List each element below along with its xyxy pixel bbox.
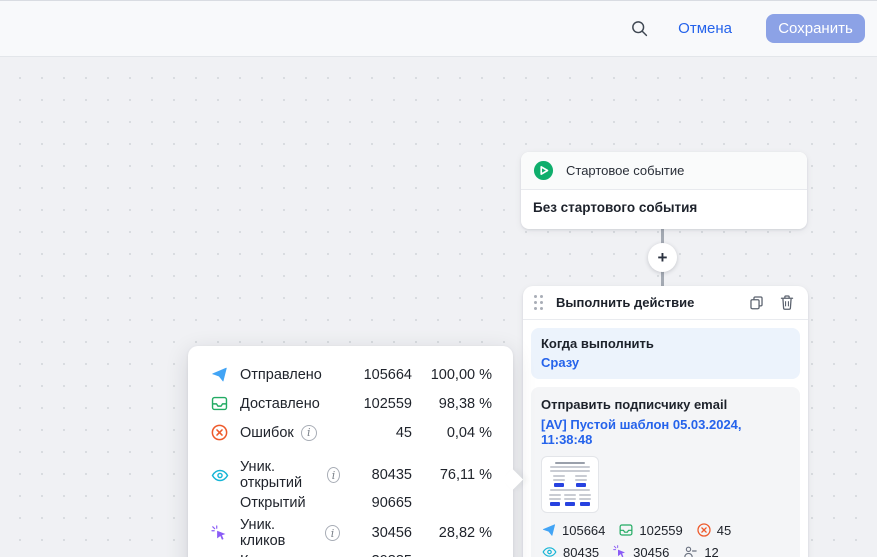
sent-stat: 105664 [541, 522, 605, 538]
email-action-block: Отправить подписчику email [AV] Пустой ш… [531, 387, 800, 557]
person-minus-icon [684, 546, 698, 557]
tooltip-arrow [501, 468, 524, 491]
inbox-icon [211, 396, 228, 411]
action-node: Выполнить действие Когда выполнить Сразу… [523, 286, 808, 557]
when-block: Когда выполнить Сразу [531, 328, 800, 379]
when-label: Когда выполнить [541, 336, 654, 351]
error-icon [697, 523, 711, 537]
template-link[interactable]: [AV] Пустой шаблон 05.03.2024, 11:38:48 [541, 417, 790, 447]
stats-chip-row-2: 80435 30456 12 [541, 544, 790, 557]
email-action-label: Отправить подписчику email [541, 397, 728, 412]
stat-row-unique-opens: Уник. открытий 80435 76,11 % [210, 459, 492, 491]
start-event-title: Стартовое событие [566, 163, 685, 178]
flow-canvas[interactable]: + Стартовое событие Без стартового событ… [0, 58, 877, 557]
stats-tooltip: Отправлено 105664 100,00 % Доставлено 10… [188, 346, 524, 557]
template-thumbnail[interactable] [541, 456, 599, 513]
unique-opens-stat: 80435 [541, 544, 599, 557]
stat-row-unique-clicks: Уник. кликов 30456 28,82 % [210, 517, 492, 549]
stat-row-errors: Ошибок 45 0,04 % [210, 418, 492, 447]
action-node-title: Выполнить действие [556, 295, 695, 310]
error-icon [211, 424, 228, 441]
cursor-click-icon [211, 524, 226, 540]
stat-row-opens: Открытий 90665 [240, 494, 412, 511]
delivered-stat: 102559 [618, 522, 683, 538]
unique-clicks-stat: 30456 [612, 544, 669, 557]
send-icon [212, 367, 227, 382]
info-icon[interactable] [326, 467, 340, 483]
info-icon[interactable] [300, 424, 317, 441]
eye-icon [542, 547, 557, 557]
send-icon [542, 524, 556, 536]
start-event-header: Стартовое событие [521, 152, 807, 190]
unsubscribed-stat: 12 [682, 544, 719, 557]
stats-chip-row-1: 105664 102559 45 [541, 522, 790, 538]
inbox-icon [619, 524, 633, 536]
errors-stat: 45 [696, 522, 731, 538]
stat-row-sent: Отправлено 105664 100,00 % [210, 360, 492, 389]
eye-icon [211, 469, 229, 481]
delete-icon[interactable] [779, 294, 797, 312]
action-node-header: Выполнить действие [523, 286, 808, 320]
when-value-link[interactable]: Сразу [541, 355, 790, 370]
info-icon[interactable] [325, 525, 340, 541]
top-toolbar: Отмена Сохранить [0, 0, 877, 57]
save-button[interactable]: Сохранить [766, 14, 865, 43]
start-event-subtitle[interactable]: Без стартового события [521, 190, 807, 225]
drag-handle-icon[interactable] [534, 295, 543, 310]
duplicate-icon[interactable] [748, 294, 766, 312]
add-step-button[interactable]: + [648, 243, 677, 272]
cursor-click-icon [613, 545, 626, 557]
stat-row-delivered: Доставлено 102559 98,38 % [210, 389, 492, 418]
play-icon [533, 160, 554, 181]
start-event-node[interactable]: Стартовое событие Без стартового события [521, 152, 807, 229]
search-icon[interactable] [628, 18, 650, 40]
cancel-button[interactable]: Отмена [678, 20, 732, 37]
